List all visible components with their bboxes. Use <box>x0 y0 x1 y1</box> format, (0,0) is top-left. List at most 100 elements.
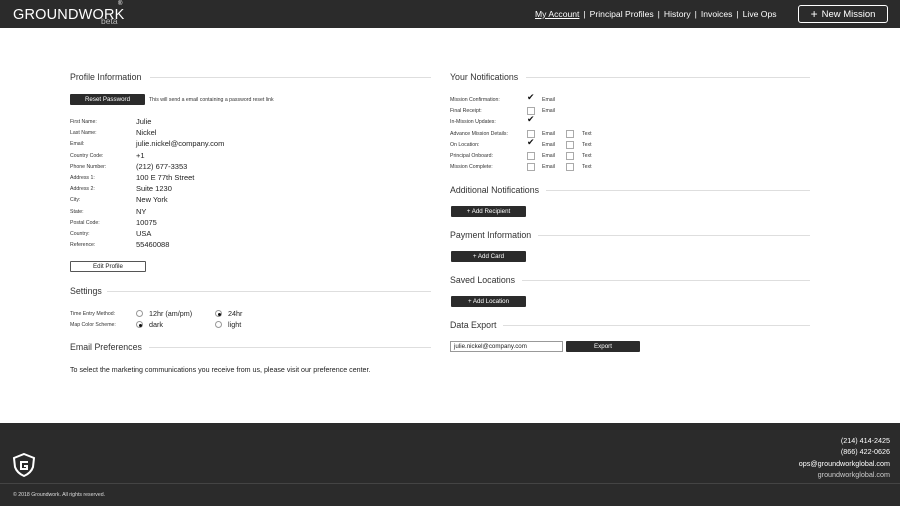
map-light-radio[interactable] <box>215 321 222 328</box>
profile-field-label: State: <box>70 208 84 215</box>
time-12hr-radio[interactable] <box>136 310 143 317</box>
nav-separator: | <box>736 9 739 19</box>
email-option-label: Email <box>542 141 555 148</box>
notification-label: On Location: <box>450 141 480 148</box>
copyright-text: © 2018 Groundwork. All rights reserved. <box>13 492 106 498</box>
time-24hr-radio[interactable] <box>215 310 222 317</box>
text-option-label: Text <box>582 164 592 171</box>
map-dark-label: dark <box>149 320 163 329</box>
add-location-button[interactable]: + Add Location <box>451 296 526 307</box>
notification-text-checkbox[interactable] <box>566 140 574 149</box>
email-option-label: Email <box>542 130 555 137</box>
map-scheme-label: Map Color Scheme: <box>70 322 116 328</box>
data-export-title: Data Export <box>450 320 497 330</box>
profile-field-value: 10075 <box>136 217 157 227</box>
footer-divider <box>0 483 900 484</box>
nav-separator: | <box>694 9 697 19</box>
text-option-label: Text <box>582 130 592 137</box>
saved-locations-title: Saved Locations <box>450 275 516 285</box>
plus-icon: + <box>810 7 818 21</box>
notification-text-checkbox[interactable] <box>566 129 574 138</box>
profile-field-value: Nickel <box>136 128 157 138</box>
section-divider <box>526 77 810 78</box>
text-option-label: Text <box>582 153 592 159</box>
time-entry-label: Time Entry Method: <box>70 311 116 317</box>
map-light-label: light <box>228 320 242 329</box>
footer-email-link[interactable]: ops@groundworkglobal.com <box>799 459 890 468</box>
notification-email-checkbox[interactable] <box>527 152 535 160</box>
profile-field-label: City: <box>70 197 81 204</box>
settings-section-title: Settings <box>70 286 102 296</box>
section-divider <box>149 347 431 348</box>
nav-principal-profiles[interactable]: Principal Profiles <box>590 9 654 19</box>
add-recipient-button[interactable]: + Add Recipient <box>451 206 526 217</box>
profile-field-label: Last Name: <box>70 130 97 137</box>
profile-field-label: Country Code: <box>70 152 104 159</box>
text-option-label: Text <box>582 141 592 148</box>
profile-field-value: Suite 1230 <box>136 184 172 194</box>
notification-text-checkbox[interactable] <box>566 152 574 160</box>
additional-notifications-title: Additional Notifications <box>450 185 539 195</box>
footer-website-link[interactable]: groundworkglobal.com <box>818 470 890 479</box>
time-12hr-label: 12hr (am/pm) <box>149 309 193 318</box>
new-mission-button[interactable]: + New Mission <box>798 5 888 23</box>
map-dark-radio[interactable] <box>136 321 143 328</box>
new-mission-label: New Mission <box>821 8 876 20</box>
profile-field-value: 55460088 <box>136 240 170 250</box>
registered-mark: ® <box>118 1 123 7</box>
section-divider <box>150 77 431 78</box>
check-icon: ✔ <box>527 92 535 102</box>
top-header: GROUNDWORK ® beta My Account | Principal P… <box>0 0 900 28</box>
section-divider <box>503 325 810 326</box>
footer <box>0 423 900 506</box>
email-option-label: Email <box>542 153 555 159</box>
notification-text-checkbox[interactable] <box>566 163 574 172</box>
profile-field-label: Email: <box>70 141 85 148</box>
email-preferences-text: To select the marketing communications y… <box>70 366 371 374</box>
notification-label: Mission Complete: <box>450 164 493 171</box>
profile-section-title: Profile Information <box>70 72 142 82</box>
profile-field-value: +1 <box>136 150 145 160</box>
time-24hr-label: 24hr <box>228 309 243 318</box>
nav-history[interactable]: History <box>664 9 691 19</box>
edit-profile-button[interactable]: Edit Profile <box>70 261 146 272</box>
profile-field-label: Reference: <box>70 242 96 249</box>
nav-my-account[interactable]: My Account <box>535 9 579 19</box>
add-card-button[interactable]: + Add Card <box>451 251 526 262</box>
profile-field-label: Address 2: <box>70 186 95 193</box>
footer-phone-1[interactable]: (214) 414-2425 <box>841 436 890 445</box>
notification-label: Final Receipt: <box>450 108 482 115</box>
nav-live-ops[interactable]: Live Ops <box>743 9 777 19</box>
nav-separator: | <box>583 9 586 19</box>
export-email-input[interactable]: julie.nickel@company.com <box>450 341 563 352</box>
email-option-label: Email <box>542 164 555 171</box>
groundwork-shield-icon <box>12 453 36 477</box>
profile-field-value: NY <box>136 206 147 216</box>
reset-password-button[interactable]: Reset Password <box>70 94 145 105</box>
check-icon: ✔ <box>527 114 535 125</box>
email-preferences-title: Email Preferences <box>70 342 142 352</box>
nav-invoices[interactable]: Invoices <box>701 9 733 19</box>
profile-field-label: First Name: <box>70 119 97 125</box>
profile-field-value: 100 E 77th Street <box>136 173 195 182</box>
profile-field-value: USA <box>136 229 152 238</box>
profile-field-label: Phone Number: <box>70 163 107 170</box>
section-divider <box>107 291 431 292</box>
section-divider <box>522 280 810 281</box>
nav-separator: | <box>657 9 660 19</box>
notification-email-checkbox[interactable]: ✔ <box>527 137 535 149</box>
notification-email-checkbox[interactable]: ✔ <box>527 92 535 104</box>
notification-label: In-Mission Updates: <box>450 119 496 126</box>
profile-field-label: Country: <box>70 231 90 237</box>
check-icon: ✔ <box>527 136 535 147</box>
section-divider <box>538 235 810 236</box>
notification-email-checkbox[interactable] <box>527 163 535 172</box>
profile-field-value: (212) 677-3353 <box>136 161 188 171</box>
notification-label: Advance Mission Details: <box>450 130 508 137</box>
footer-phone-2[interactable]: (866) 422-0626 <box>841 447 890 456</box>
notification-label: Principal Onboard: <box>450 153 493 159</box>
notification-label: Mission Confirmation: <box>450 97 500 103</box>
notification-email-checkbox[interactable]: ✔ <box>527 114 535 127</box>
profile-field-label: Postal Code: <box>70 219 100 226</box>
export-button[interactable]: Export <box>566 341 640 352</box>
